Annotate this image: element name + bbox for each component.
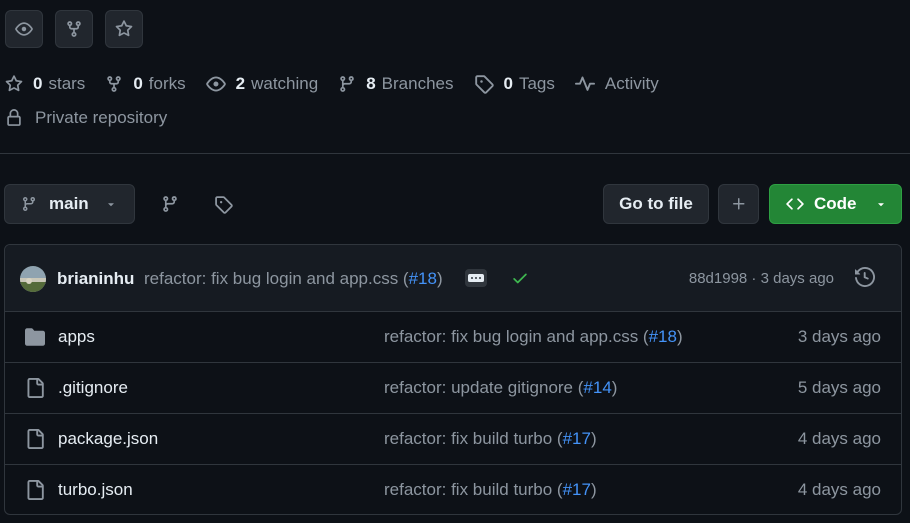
git-branch-icon bbox=[340, 76, 354, 92]
file-commit-end: ) bbox=[590, 480, 597, 499]
star-icon bbox=[115, 20, 133, 37]
file-row[interactable]: package.json refactor: fix build turbo (… bbox=[5, 414, 901, 465]
activity-link[interactable]: Activity bbox=[574, 74, 659, 94]
star-button[interactable] bbox=[105, 10, 143, 48]
file-row[interactable]: turbo.json refactor: fix build turbo (#1… bbox=[5, 465, 901, 514]
commit-author[interactable]: brianinhu bbox=[57, 269, 134, 289]
file-row[interactable]: .gitignore refactor: update gitignore (#… bbox=[5, 363, 901, 414]
latest-commit-bar: brianinhu refactor: fix bug login and ap… bbox=[5, 245, 901, 312]
branch-name: main bbox=[49, 194, 89, 213]
tags-link[interactable]: 0 Tags bbox=[474, 74, 555, 94]
file-name[interactable]: .gitignore bbox=[58, 378, 128, 398]
watching-count: 2 bbox=[235, 74, 246, 93]
file-name[interactable]: package.json bbox=[58, 429, 158, 449]
tags-label: Tags bbox=[518, 74, 555, 93]
caret-down-icon bbox=[105, 198, 117, 210]
file-commit-text: refactor: fix bug login and app.css ( bbox=[384, 327, 649, 346]
forks-count: 0 bbox=[133, 74, 143, 93]
commit-message-text: refactor: fix bug login and app.css ( bbox=[144, 269, 409, 288]
check-icon[interactable] bbox=[511, 269, 529, 287]
tags-count: 0 bbox=[503, 74, 513, 93]
file-commit-end: ) bbox=[590, 429, 597, 448]
forks-link[interactable]: 0 forks bbox=[105, 74, 186, 94]
commit-message-end: ) bbox=[436, 269, 443, 288]
file-pr-link[interactable]: #17 bbox=[563, 429, 591, 448]
code-icon bbox=[786, 198, 804, 210]
watch-button[interactable] bbox=[5, 10, 43, 48]
stars-label: stars bbox=[48, 74, 86, 93]
divider bbox=[0, 153, 910, 154]
folder-icon bbox=[25, 327, 45, 347]
expand-commit-button[interactable] bbox=[465, 269, 487, 287]
file-commit-message[interactable]: refactor: fix bug login and app.css (#18… bbox=[384, 327, 683, 347]
branches-label: Branches bbox=[381, 74, 454, 93]
repo-meta: 0 stars 0 forks 2 watching 8 Branches 0 … bbox=[5, 72, 679, 96]
file-commit-text: refactor: fix build turbo ( bbox=[384, 429, 563, 448]
tags-icon-button[interactable] bbox=[213, 194, 233, 214]
branch-selector[interactable]: main bbox=[4, 184, 135, 224]
tag-icon bbox=[474, 75, 494, 94]
pulse-icon bbox=[574, 76, 595, 91]
plus-icon bbox=[732, 198, 744, 210]
visibility-status: Private repository bbox=[5, 108, 167, 128]
file-commit-text: refactor: update gitignore ( bbox=[384, 378, 584, 397]
add-file-button[interactable] bbox=[718, 184, 759, 224]
repo-forked-icon bbox=[107, 76, 122, 92]
commit-meta: 88d1998 · 3 days ago bbox=[689, 270, 834, 287]
activity-label: Activity bbox=[604, 74, 659, 93]
history-icon[interactable] bbox=[855, 267, 875, 287]
branches-icon-button[interactable] bbox=[160, 194, 180, 214]
file-commit-end: ) bbox=[676, 327, 683, 346]
file-date: 5 days ago bbox=[797, 378, 881, 397]
go-to-file-button[interactable]: Go to file bbox=[603, 184, 709, 224]
commit-time: 3 days ago bbox=[760, 270, 834, 287]
file-icon bbox=[25, 480, 45, 500]
fork-button[interactable] bbox=[55, 10, 93, 48]
stars-link[interactable]: 0 stars bbox=[5, 74, 85, 94]
forks-label: forks bbox=[148, 74, 186, 93]
code-button[interactable]: Code bbox=[769, 184, 902, 224]
file-browser: brianinhu refactor: fix bug login and ap… bbox=[4, 244, 902, 515]
file-icon bbox=[25, 378, 45, 398]
file-date: 3 days ago bbox=[797, 327, 881, 346]
git-branch-icon bbox=[22, 197, 35, 212]
caret-down-icon bbox=[875, 198, 887, 210]
file-name[interactable]: turbo.json bbox=[58, 480, 133, 500]
commit-message[interactable]: refactor: fix bug login and app.css (#18… bbox=[144, 269, 443, 289]
commit-pr-link[interactable]: #18 bbox=[409, 269, 437, 288]
ellipsis-icon bbox=[468, 274, 484, 282]
avatar[interactable] bbox=[20, 266, 46, 292]
tag-icon bbox=[214, 195, 233, 214]
watching-link[interactable]: 2 watching bbox=[205, 74, 319, 94]
branches-count: 8 bbox=[366, 74, 376, 93]
file-commit-text: refactor: fix build turbo ( bbox=[384, 480, 563, 499]
branches-link[interactable]: 8 Branches bbox=[338, 74, 454, 94]
stars-count: 0 bbox=[33, 74, 43, 93]
file-commit-message[interactable]: refactor: update gitignore (#14) bbox=[384, 378, 617, 398]
file-commit-end: ) bbox=[611, 378, 618, 397]
file-icon bbox=[25, 429, 45, 449]
file-commit-message[interactable]: refactor: fix build turbo (#17) bbox=[384, 429, 597, 449]
git-branch-icon bbox=[163, 196, 177, 212]
file-pr-link[interactable]: #17 bbox=[563, 480, 591, 499]
commit-separator: · bbox=[747, 270, 761, 287]
watching-label: watching bbox=[251, 74, 319, 93]
repo-forked-icon bbox=[67, 21, 81, 37]
file-pr-link[interactable]: #14 bbox=[583, 378, 611, 397]
visibility-label: Private repository bbox=[35, 108, 168, 127]
lock-icon bbox=[7, 109, 21, 126]
commit-hash[interactable]: 88d1998 bbox=[689, 270, 747, 287]
file-row[interactable]: apps refactor: fix bug login and app.css… bbox=[5, 312, 901, 363]
file-date: 4 days ago bbox=[797, 429, 881, 448]
file-date: 4 days ago bbox=[797, 480, 881, 499]
eye-icon bbox=[205, 76, 226, 92]
star-icon bbox=[5, 75, 23, 92]
file-commit-message[interactable]: refactor: fix build turbo (#17) bbox=[384, 480, 597, 500]
code-label: Code bbox=[814, 194, 857, 213]
file-name[interactable]: apps bbox=[58, 327, 95, 347]
file-pr-link[interactable]: #18 bbox=[649, 327, 677, 346]
eye-icon bbox=[15, 22, 33, 36]
